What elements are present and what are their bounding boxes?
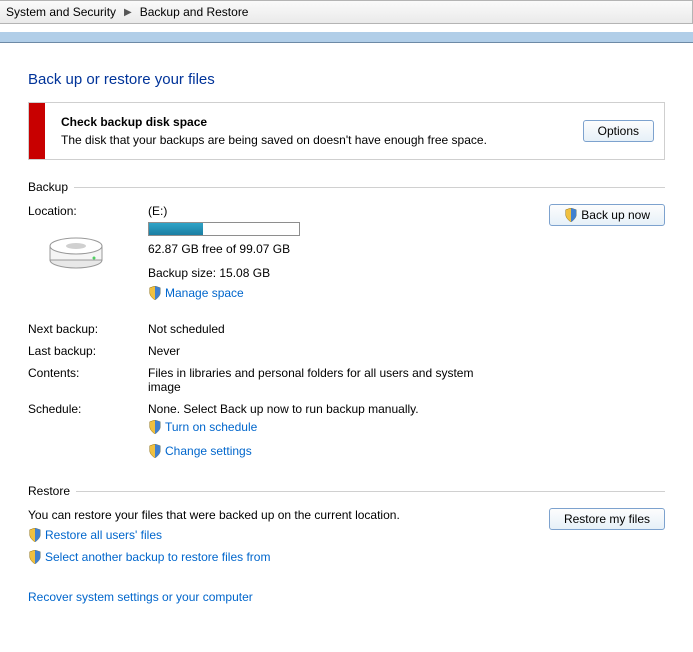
change-settings-link[interactable]: Change settings (165, 444, 252, 458)
breadcrumb: System and Security ▶ Backup and Restore (0, 0, 693, 24)
disk-space-text: 62.87 GB free of 99.07 GB (148, 242, 525, 256)
recover-system-link[interactable]: Recover system settings or your computer (28, 590, 253, 604)
last-backup-label: Last backup: (28, 344, 148, 358)
next-backup-value: Not scheduled (148, 322, 665, 336)
backup-drive: (E:) (148, 204, 525, 218)
select-another-backup-link[interactable]: Select another backup to restore files f… (45, 550, 270, 564)
alert-box: Check backup disk space The disk that yo… (28, 102, 665, 160)
alert-title: Check backup disk space (61, 115, 571, 129)
restore-my-files-button[interactable]: Restore my files (549, 508, 665, 530)
options-button[interactable]: Options (583, 120, 654, 142)
backup-now-label: Back up now (581, 208, 650, 222)
turn-on-schedule-link[interactable]: Turn on schedule (165, 420, 257, 434)
backup-section-label: Backup (28, 180, 68, 194)
shield-icon (564, 208, 578, 222)
restore-all-users-link[interactable]: Restore all users' files (45, 528, 162, 542)
shield-icon (28, 550, 42, 564)
backup-section-header: Backup (28, 180, 665, 194)
alert-severity-indicator (29, 103, 45, 159)
alert-message: The disk that your backups are being sav… (61, 133, 571, 147)
restore-section-label: Restore (28, 484, 70, 498)
contents-value: Files in libraries and personal folders … (148, 366, 478, 394)
breadcrumb-parent[interactable]: System and Security (6, 5, 116, 19)
manage-space-link[interactable]: Manage space (165, 286, 244, 300)
shield-icon (28, 528, 42, 542)
shield-icon (148, 444, 162, 458)
disk-icon (28, 230, 106, 273)
schedule-value: None. Select Back up now to run backup m… (148, 402, 665, 416)
restore-text: You can restore your files that were bac… (28, 508, 515, 522)
main-content: Back up or restore your files Check back… (0, 43, 693, 624)
next-backup-label: Next backup: (28, 322, 148, 336)
contents-label: Contents: (28, 366, 148, 380)
schedule-label: Schedule: (28, 402, 148, 416)
page-title: Back up or restore your files (28, 71, 665, 88)
backup-location-row: Location: (E:) 62.87 GB free of 99.07 GB… (28, 204, 665, 300)
restore-section-header: Restore (28, 484, 665, 498)
backup-now-button[interactable]: Back up now (549, 204, 665, 226)
shield-icon (148, 420, 162, 434)
disk-usage-bar (148, 222, 300, 236)
breadcrumb-current[interactable]: Backup and Restore (140, 5, 249, 19)
shield-icon (148, 286, 162, 300)
window-divider (0, 32, 693, 43)
chevron-right-icon: ▶ (116, 7, 140, 18)
last-backup-value: Never (148, 344, 665, 358)
backup-size-text: Backup size: 15.08 GB (148, 266, 525, 280)
